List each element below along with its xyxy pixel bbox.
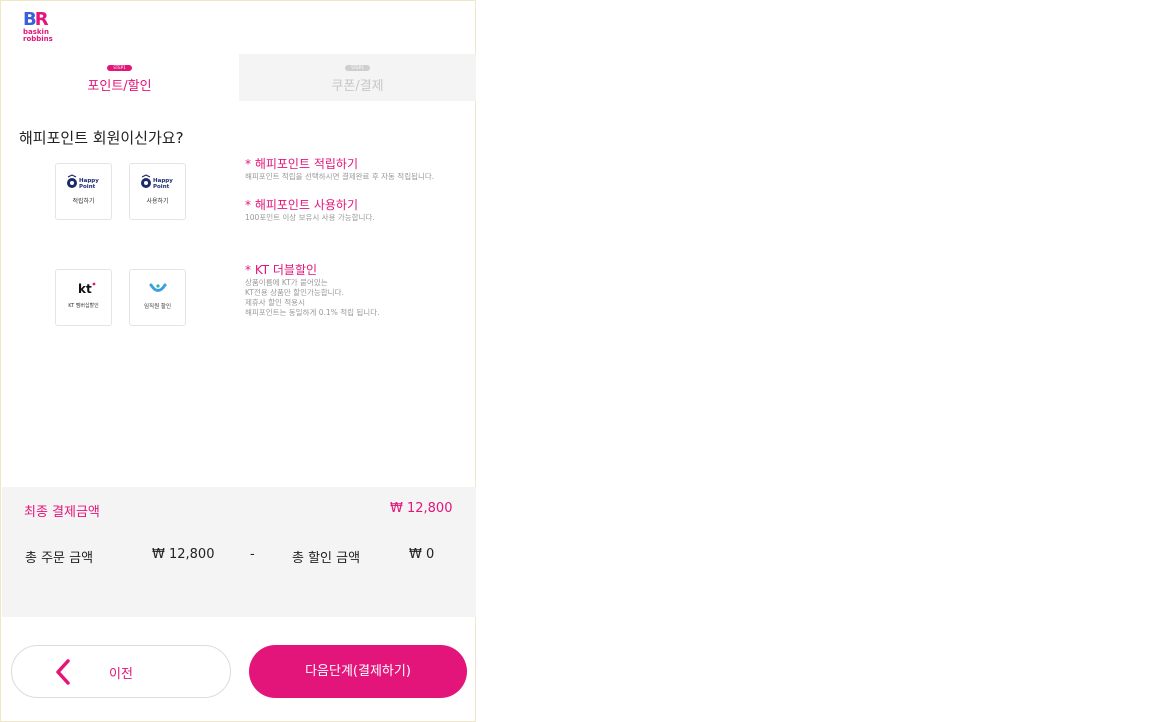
kt-logo-text: kt <box>78 282 92 296</box>
chevron-left-icon <box>56 659 70 685</box>
employee-discount-button[interactable]: 임직원 할인 <box>129 269 186 326</box>
card-caption: 사용하기 <box>146 198 169 205</box>
step-badge: STEP1 <box>107 65 132 71</box>
info-desc: 해피포인트 적립을 선택하시면 결제완료 후 자동 적립됩니다. <box>245 172 435 181</box>
info-title: * 해피포인트 사용하기 <box>245 198 358 212</box>
order-total-label: 총 주문 금액 <box>25 551 94 566</box>
tab-coupon-payment[interactable]: STEP2 쿠폰/결제 <box>239 54 476 101</box>
next-step-payment-button[interactable]: 다음단계(결제하기) <box>249 645 467 698</box>
info-title: * KT 더블할인 <box>245 263 318 277</box>
baskin-robbins-logo: BR baskin robbins <box>23 9 53 45</box>
card-caption: KT 멤버십할인 <box>68 303 99 309</box>
tab-points-discount[interactable]: STEP1 포인트/할인 <box>1 54 238 101</box>
discount-total-label: 총 할인 금액 <box>292 551 361 566</box>
card-caption: 임직원 할인 <box>143 304 172 310</box>
tab-label: 쿠폰/결제 <box>331 79 384 94</box>
final-amount-label: 최종 결제금액 <box>24 505 100 520</box>
previous-button[interactable]: 이전 <box>11 645 231 698</box>
minus-sign: - <box>250 547 255 562</box>
logo-r: R <box>34 9 49 30</box>
happy-point-icon: Happy Point <box>140 174 173 190</box>
order-total-value: ₩ 12,800 <box>152 547 215 562</box>
step-badge: STEP2 <box>345 65 370 71</box>
discount-total-value: ₩ 0 <box>409 547 435 562</box>
info-line: 해피포인트는 동일하게 0.1% 적립 됩니다. <box>245 308 380 317</box>
info-title: * 해피포인트 적립하기 <box>245 157 358 171</box>
logo-text-2: robbins <box>23 35 53 43</box>
info-line: 상품이름에 KT가 붙어있는 <box>245 278 328 287</box>
happy-point-icon: Happy Point <box>66 174 99 190</box>
card-caption: 적립하기 <box>72 198 95 205</box>
happy-point-earn-button[interactable]: Happy Point 적립하기 <box>55 163 112 220</box>
kt-logo-icon: kt <box>78 282 95 296</box>
point-text: Point <box>153 184 170 190</box>
page-question: 해피포인트 회원이신가요? <box>19 129 184 147</box>
info-line: KT전용 상품만 할인가능합니다. <box>245 288 344 297</box>
info-earn: * 해피포인트 적립하기 해피포인트 적립을 선택하시면 결제완료 후 자동 적… <box>245 155 434 182</box>
info-kt: * KT 더블할인 상품이름에 KT가 붙어있는 KT전용 상품만 할인가능합니… <box>245 261 379 318</box>
logo-b: B <box>23 9 37 30</box>
kt-discount-button[interactable]: kt KT 멤버십할인 <box>55 269 112 326</box>
kiosk-screen: BR baskin robbins STEP1 포인트/할인 STEP2 쿠폰/… <box>0 0 476 722</box>
tab-label: 포인트/할인 <box>87 79 152 94</box>
step-tabs: STEP1 포인트/할인 STEP2 쿠폰/결제 <box>1 54 476 101</box>
info-desc: 100포인트 이상 보유시 사용 가능합니다. <box>245 213 375 222</box>
happy-point-use-button[interactable]: Happy Point 사용하기 <box>129 163 186 220</box>
final-amount-value: ₩ 12,800 <box>390 501 453 516</box>
previous-label: 이전 <box>109 667 133 682</box>
info-use: * 해피포인트 사용하기 100포인트 이상 보유시 사용 가능합니다. <box>245 196 375 223</box>
info-line: 제휴사 할인 적용시 <box>245 298 305 307</box>
payment-summary: 최종 결제금액 ₩ 12,800 총 주문 금액 ₩ 12,800 - 총 할인… <box>2 487 476 617</box>
point-text: Point <box>79 184 96 190</box>
heart-check-icon <box>149 283 166 292</box>
